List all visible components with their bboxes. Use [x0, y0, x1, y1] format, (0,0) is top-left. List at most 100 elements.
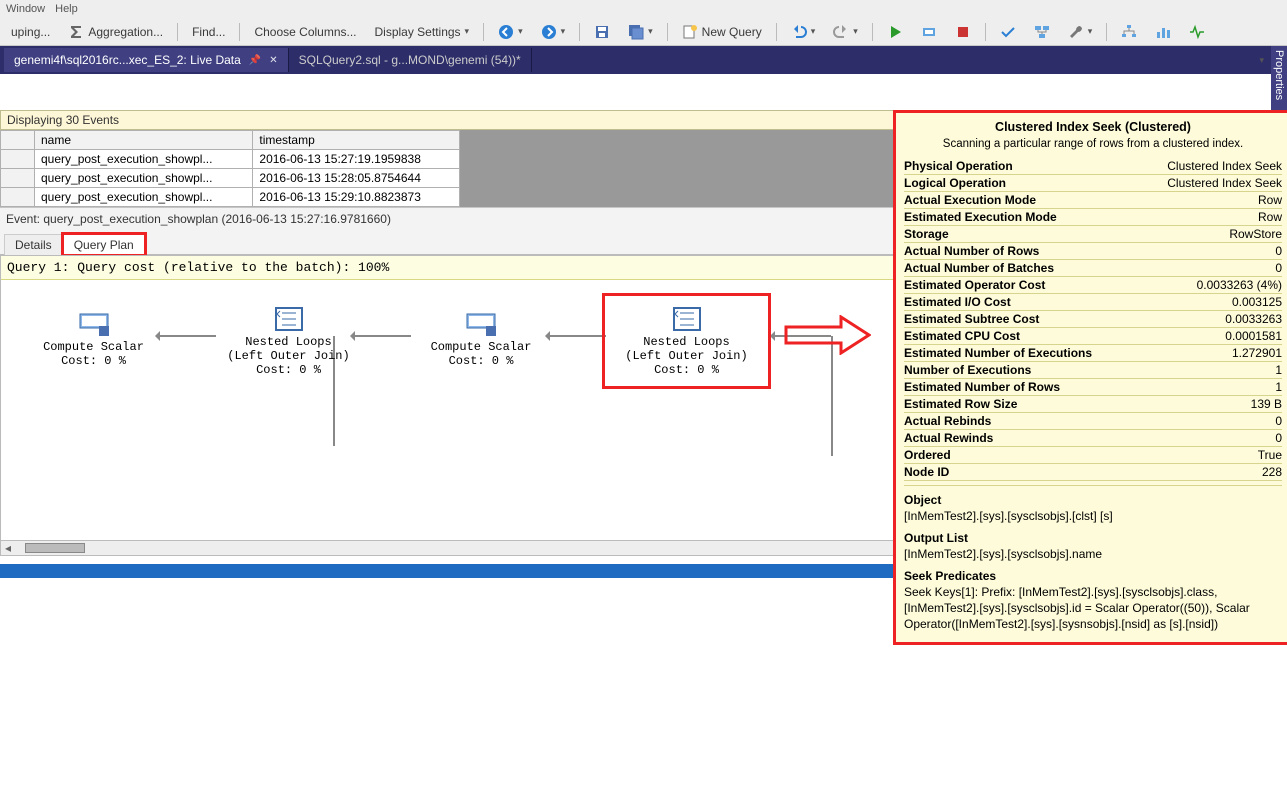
tooltip-row: Actual Rebinds0	[904, 413, 1282, 430]
redo-button[interactable]: ▾	[826, 21, 865, 43]
include-plan-button[interactable]	[1114, 21, 1144, 43]
find-button[interactable]: Find...	[185, 21, 232, 43]
circle-forward-icon	[541, 24, 557, 40]
document-tab-bar: genemi4f\sql2016rc...xec_ES_2: Live Data…	[0, 46, 1271, 74]
tooltip-row: Logical OperationClustered Index Seek	[904, 175, 1282, 192]
tooltip-row: Estimated Execution ModeRow	[904, 209, 1282, 226]
parse-button[interactable]	[993, 21, 1023, 43]
tooltip-row: Estimated Subtree Cost0.0033263	[904, 311, 1282, 328]
undo-button[interactable]: ▾	[784, 21, 823, 43]
plan-icon	[1034, 24, 1050, 40]
pulse-icon	[1189, 24, 1205, 40]
compute-scalar-icon	[464, 310, 498, 338]
tab-details[interactable]: Details	[4, 234, 63, 255]
redo-icon	[833, 24, 849, 40]
debug-icon	[921, 24, 937, 40]
table-row[interactable]: query_post_execution_showpl... 2016-06-1…	[1, 150, 460, 169]
plan-node-nested-loops-1[interactable]: Nested Loops (Left Outer Join) Cost: 0 %	[211, 305, 366, 377]
execute-button[interactable]	[880, 21, 910, 43]
pin-icon[interactable]: 📌	[249, 55, 261, 66]
tab-dropdown[interactable]: ▾	[1252, 49, 1271, 71]
tooltip-row: Number of Executions1	[904, 362, 1282, 379]
plan-node-compute-scalar-2[interactable]: Compute Scalar Cost: 0 %	[416, 310, 546, 368]
menu-window[interactable]: Window	[6, 3, 45, 15]
grid-header-row: name timestamp	[1, 131, 460, 150]
menu-help[interactable]: Help	[55, 3, 78, 15]
wrench-icon	[1068, 24, 1084, 40]
tree-icon	[1121, 24, 1137, 40]
row-header[interactable]	[1, 169, 35, 188]
tooltip-object-label: Object	[904, 492, 1282, 508]
annotation-arrow-icon	[781, 315, 871, 355]
plan-node-nested-loops-2[interactable]: Nested Loops (Left Outer Join) Cost: 0 %	[609, 300, 764, 382]
tooltip-row: Actual Number of Rows0	[904, 243, 1282, 260]
events-grid[interactable]: name timestamp query_post_execution_show…	[0, 130, 460, 207]
main-toolbar: uping... Aggregation... Find... Choose C…	[0, 18, 1287, 46]
undo-icon	[791, 24, 807, 40]
debug-button[interactable]	[914, 21, 944, 43]
tooltip-row: Actual Rewinds0	[904, 430, 1282, 447]
tooltip-output-value: [InMemTest2].[sys].[sysclsobjs].name	[904, 546, 1282, 562]
nav-back-button[interactable]: ▾	[491, 21, 530, 43]
save-all-icon	[628, 24, 644, 40]
grid-header-timestamp[interactable]: timestamp	[253, 131, 460, 150]
tab-sqlquery2[interactable]: SQLQuery2.sql - g...MOND\genemi (54))*	[289, 48, 532, 72]
tooltip-row: Estimated Number of Executions1.272901	[904, 345, 1282, 362]
tab-query-plan[interactable]: Query Plan	[63, 234, 145, 255]
stats-icon	[1155, 24, 1171, 40]
sigma-icon	[68, 24, 84, 40]
stop-button[interactable]	[948, 21, 978, 43]
check-icon	[1000, 24, 1016, 40]
aggregation-button[interactable]: Aggregation...	[61, 21, 170, 43]
tooltip-row: Node ID228	[904, 464, 1282, 481]
properties-side-tab[interactable]: Properties	[1271, 46, 1287, 110]
tooltip-output-label: Output List	[904, 530, 1282, 546]
tooltip-row: Physical OperationClustered Index Seek	[904, 158, 1282, 175]
tooltip-subtitle: Scanning a particular range of rows from…	[904, 136, 1282, 152]
nav-forward-button[interactable]: ▾	[534, 21, 573, 43]
tooltip-object-value: [InMemTest2].[sys].[sysclsobjs].[clst] […	[904, 508, 1282, 524]
tooltip-row: Estimated Row Size139 B	[904, 396, 1282, 413]
circle-back-icon	[498, 24, 514, 40]
tooltip-seek-label: Seek Predicates	[904, 568, 1282, 584]
table-row[interactable]: query_post_execution_showpl... 2016-06-1…	[1, 169, 460, 188]
nested-loops-icon	[272, 305, 306, 333]
plan-node-compute-scalar-1[interactable]: Compute Scalar Cost: 0 %	[31, 310, 156, 368]
save-icon	[594, 24, 610, 40]
tooltip-seek-value: Seek Keys[1]: Prefix: [InMemTest2].[sys]…	[904, 584, 1282, 632]
tab-live-data[interactable]: genemi4f\sql2016rc...xec_ES_2: Live Data…	[4, 48, 289, 72]
grouping-button[interactable]: uping...	[4, 21, 57, 43]
tooltip-row: Estimated I/O Cost0.003125	[904, 294, 1282, 311]
live-stats-button[interactable]	[1182, 21, 1212, 43]
operator-tooltip: Clustered Index Seek (Clustered) Scannin…	[893, 110, 1287, 645]
nested-loops-icon	[670, 305, 704, 333]
new-query-icon	[682, 24, 698, 40]
tooltip-row: Actual Execution ModeRow	[904, 192, 1282, 209]
tooltip-row: StorageRowStore	[904, 226, 1282, 243]
menu-fragment: Window Help	[0, 0, 1287, 18]
choose-columns-button[interactable]: Choose Columns...	[247, 21, 363, 43]
play-icon	[887, 24, 903, 40]
table-row[interactable]: query_post_execution_showpl... 2016-06-1…	[1, 188, 460, 207]
plan-icon-button[interactable]	[1027, 21, 1057, 43]
tooltip-row: Estimated Operator Cost0.0033263 (4%)	[904, 277, 1282, 294]
close-icon[interactable]: ✕	[269, 55, 277, 66]
compute-scalar-icon	[77, 310, 111, 338]
stop-icon	[955, 24, 971, 40]
grid-header-name[interactable]: name	[35, 131, 253, 150]
tooltip-row: Actual Number of Batches0	[904, 260, 1282, 277]
tooltip-row: Estimated CPU Cost0.0001581	[904, 328, 1282, 345]
scrollbar-thumb[interactable]	[25, 543, 85, 553]
tooltip-row: OrderedTrue	[904, 447, 1282, 464]
row-header[interactable]	[1, 188, 35, 207]
tooltip-title: Clustered Index Seek (Clustered)	[904, 119, 1282, 135]
row-header[interactable]	[1, 150, 35, 169]
wrench-button[interactable]: ▾	[1061, 21, 1100, 43]
plan-arrow	[546, 335, 606, 337]
save-dropdown-button[interactable]: ▾	[621, 21, 660, 43]
stats-button[interactable]	[1148, 21, 1178, 43]
display-settings-dropdown[interactable]: Display Settings ▾	[368, 21, 477, 43]
tooltip-row: Estimated Number of Rows1	[904, 379, 1282, 396]
save-button[interactable]	[587, 21, 617, 43]
new-query-button[interactable]: New Query	[675, 21, 769, 43]
